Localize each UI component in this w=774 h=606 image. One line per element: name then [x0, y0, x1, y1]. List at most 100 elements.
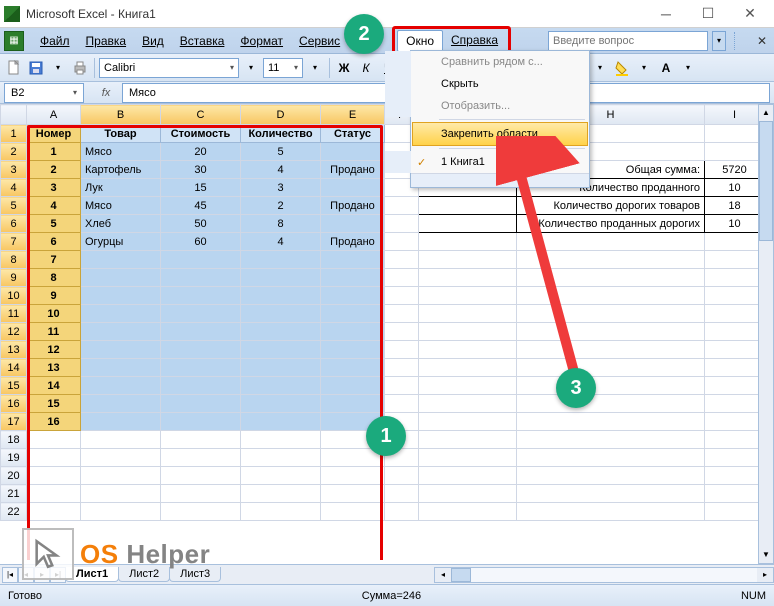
- cell-B13[interactable]: [81, 341, 161, 359]
- menu-item-freeze-panes[interactable]: Закрепить области: [412, 122, 588, 146]
- cell-B12[interactable]: [81, 323, 161, 341]
- cell-D19[interactable]: [241, 449, 321, 467]
- cell-D2[interactable]: 5: [241, 143, 321, 161]
- cell-I5[interactable]: 18: [705, 197, 765, 215]
- cell-B21[interactable]: [81, 485, 161, 503]
- cell-D15[interactable]: [241, 377, 321, 395]
- cell-G14[interactable]: [419, 359, 517, 377]
- cell-A20[interactable]: [27, 467, 81, 485]
- cell-H12[interactable]: [517, 323, 705, 341]
- row-header-7[interactable]: 7: [1, 233, 27, 251]
- cell-E12[interactable]: [321, 323, 385, 341]
- cell-E5[interactable]: Продано: [321, 197, 385, 215]
- cell-G16[interactable]: [419, 395, 517, 413]
- menu-expand-icon[interactable]: ▾: [411, 173, 589, 187]
- cell-A22[interactable]: [27, 503, 81, 521]
- cell-C3[interactable]: 30: [161, 161, 241, 179]
- doc-close-button[interactable]: ✕: [754, 33, 770, 49]
- font-size-selector[interactable]: 11▾: [263, 58, 303, 78]
- cell-C15[interactable]: [161, 377, 241, 395]
- row-header-11[interactable]: 11: [1, 305, 27, 323]
- cell-I1[interactable]: [705, 125, 765, 143]
- cell-E13[interactable]: [321, 341, 385, 359]
- cell-D1[interactable]: Количество: [241, 125, 321, 143]
- cell-F6[interactable]: [385, 215, 419, 233]
- cell-A18[interactable]: [27, 431, 81, 449]
- cell-D8[interactable]: [241, 251, 321, 269]
- menu-edit[interactable]: Правка: [78, 31, 135, 51]
- cell-D16[interactable]: [241, 395, 321, 413]
- cell-A21[interactable]: [27, 485, 81, 503]
- horizontal-scrollbar[interactable]: ◂ ▸: [434, 567, 774, 583]
- cell-B7[interactable]: Огурцы: [81, 233, 161, 251]
- menu-item-hide[interactable]: Скрыть: [385, 73, 589, 95]
- cell-H19[interactable]: [517, 449, 705, 467]
- cell-I21[interactable]: [705, 485, 765, 503]
- cell-A4[interactable]: 3: [27, 179, 81, 197]
- col-header-E[interactable]: E: [321, 105, 385, 125]
- cell-C5[interactable]: 45: [161, 197, 241, 215]
- row-header-14[interactable]: 14: [1, 359, 27, 377]
- cell-H14[interactable]: [517, 359, 705, 377]
- cell-A17[interactable]: 16: [27, 413, 81, 431]
- cell-C6[interactable]: 50: [161, 215, 241, 233]
- cell-D5[interactable]: 2: [241, 197, 321, 215]
- scroll-right-icon[interactable]: ▸: [757, 570, 773, 579]
- cell-A19[interactable]: [27, 449, 81, 467]
- cell-G13[interactable]: [419, 341, 517, 359]
- col-header-C[interactable]: C: [161, 105, 241, 125]
- cell-I3[interactable]: 5720: [705, 161, 765, 179]
- cell-E14[interactable]: [321, 359, 385, 377]
- cell-E15[interactable]: [321, 377, 385, 395]
- cell-H16[interactable]: [517, 395, 705, 413]
- cell-I11[interactable]: [705, 305, 765, 323]
- cell-G15[interactable]: [419, 377, 517, 395]
- menu-insert[interactable]: Вставка: [172, 31, 233, 51]
- cell-H5[interactable]: Количество дорогих товаров: [517, 197, 705, 215]
- cell-A6[interactable]: 5: [27, 215, 81, 233]
- cell-E22[interactable]: [321, 503, 385, 521]
- minimize-button[interactable]: ─: [646, 2, 686, 26]
- cell-D14[interactable]: [241, 359, 321, 377]
- menu-help[interactable]: Справка: [443, 30, 506, 52]
- cell-B11[interactable]: [81, 305, 161, 323]
- tab-nav-first-icon[interactable]: |◂: [2, 567, 18, 583]
- cell-D21[interactable]: [241, 485, 321, 503]
- font-dropdown-icon[interactable]: ▾: [241, 57, 261, 79]
- cell-I18[interactable]: [705, 431, 765, 449]
- scroll-thumb[interactable]: [759, 121, 773, 241]
- cell-B6[interactable]: Хлеб: [81, 215, 161, 233]
- italic-icon[interactable]: К: [356, 57, 376, 79]
- cell-B10[interactable]: [81, 287, 161, 305]
- border-dropdown-icon[interactable]: ▾: [590, 57, 610, 79]
- cell-H9[interactable]: [517, 269, 705, 287]
- select-all-corner[interactable]: [1, 105, 27, 125]
- cell-H11[interactable]: [517, 305, 705, 323]
- cell-C11[interactable]: [161, 305, 241, 323]
- cell-E7[interactable]: Продано: [321, 233, 385, 251]
- cell-E9[interactable]: [321, 269, 385, 287]
- cell-B14[interactable]: [81, 359, 161, 377]
- cell-I2[interactable]: [705, 143, 765, 161]
- row-header-13[interactable]: 13: [1, 341, 27, 359]
- cell-F11[interactable]: [385, 305, 419, 323]
- cell-I9[interactable]: [705, 269, 765, 287]
- cell-E2[interactable]: [321, 143, 385, 161]
- fx-icon[interactable]: fx: [94, 83, 118, 103]
- cell-B17[interactable]: [81, 413, 161, 431]
- cell-D12[interactable]: [241, 323, 321, 341]
- cell-A15[interactable]: 14: [27, 377, 81, 395]
- row-header-18[interactable]: 18: [1, 431, 27, 449]
- cell-F13[interactable]: [385, 341, 419, 359]
- cell-G12[interactable]: [419, 323, 517, 341]
- cell-C1[interactable]: Стоимость: [161, 125, 241, 143]
- cell-E11[interactable]: [321, 305, 385, 323]
- cell-D9[interactable]: [241, 269, 321, 287]
- cell-D13[interactable]: [241, 341, 321, 359]
- cell-F15[interactable]: [385, 377, 419, 395]
- scroll-left-icon[interactable]: ◂: [435, 570, 451, 579]
- cell-B22[interactable]: [81, 503, 161, 521]
- cell-F9[interactable]: [385, 269, 419, 287]
- cell-C16[interactable]: [161, 395, 241, 413]
- cell-I20[interactable]: [705, 467, 765, 485]
